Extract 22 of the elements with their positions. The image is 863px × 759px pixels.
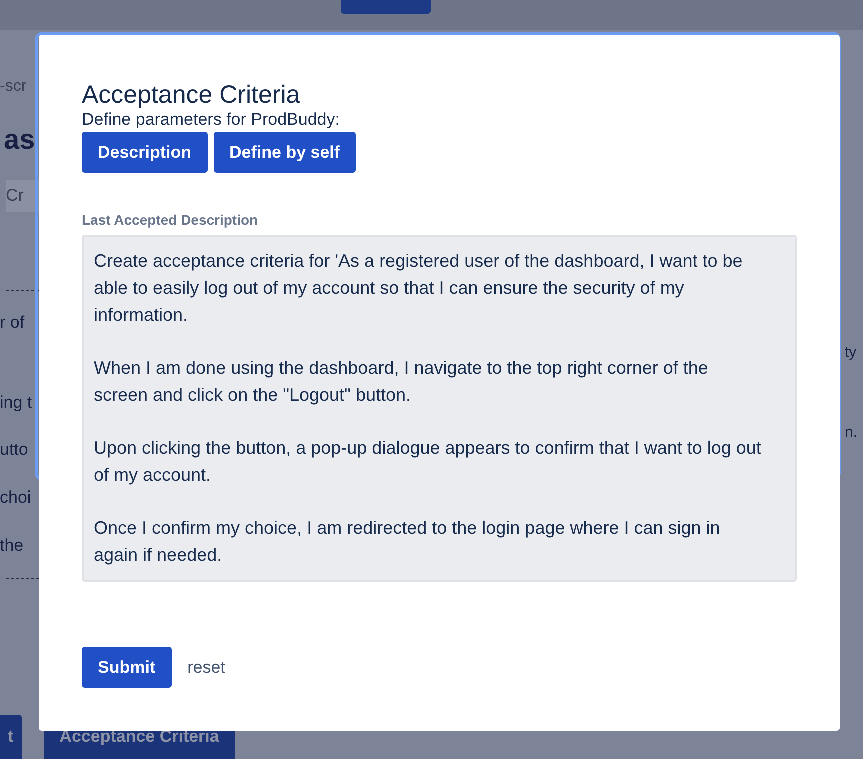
option-button[interactable]: Define by self (214, 132, 356, 173)
body-text: ty (845, 343, 858, 363)
description-paragraph: Once I confirm my choice, I am redirected to the login page where I can sign in again if needed. (94, 517, 722, 567)
body-text: utto (0, 439, 30, 461)
body-text: r of (0, 312, 26, 334)
body-text: ing t (0, 392, 34, 414)
description-paragraph: Upon clicking the button, a pop-up dialogue appears to confirm that I want to log out of my account. (94, 437, 762, 487)
description-paragraph: When I am done using the dashboard, I navigate to the top right corner of the screen and click on the "Logout" button. (94, 357, 710, 407)
body-text: choi (0, 487, 32, 509)
submit-button[interactable]: Submit (82, 647, 172, 688)
body-text: the (0, 535, 25, 557)
breadcrumb-text: -scr (0, 78, 28, 97)
body-text: n. (845, 423, 859, 443)
modal-title: Acceptance Criteria (82, 80, 302, 110)
description-paragraph: Create acceptance criteria for 'As a registered user of the dashboard, I want to be able to easily log out of my account so that I can ensure the security of my information. (94, 250, 744, 327)
description-box[interactable] (82, 235, 797, 582)
page-heading: as (3, 124, 36, 156)
reset-button[interactable]: reset (188, 658, 226, 678)
page-button[interactable]: t (0, 715, 22, 759)
modal-subtitle: Define parameters for ProdBuddy: (82, 110, 341, 130)
option-button[interactable]: Description (82, 132, 208, 173)
field-label: Last Accepted Description (82, 212, 260, 228)
